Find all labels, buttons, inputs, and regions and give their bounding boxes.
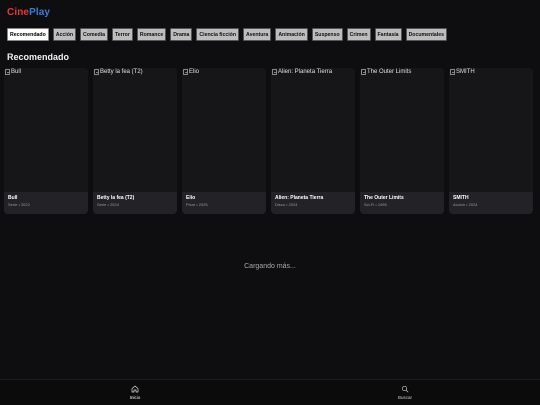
poster-alt-text: SMITH — [456, 69, 475, 75]
chip-animacion[interactable]: Animación — [275, 27, 308, 41]
poster-image: Alien: Planeta Tierra — [271, 68, 355, 192]
broken-image-icon — [5, 69, 10, 75]
card-title: Elio — [186, 195, 196, 201]
broken-image-icon — [94, 69, 99, 75]
card-subtitle: Serie • 2024 — [97, 202, 119, 207]
broken-image-icon — [361, 69, 366, 75]
card-subtitle: Disco • 2024 — [275, 202, 298, 207]
card-title: The Outer Limits — [364, 195, 404, 201]
broken-image-icon — [450, 69, 455, 75]
card-subtitle: Serie • 2022 — [8, 202, 30, 207]
movie-card[interactable]: Bull Bull Serie • 2022 — [4, 68, 88, 214]
movie-card[interactable]: Alien: Planeta Tierra Alien: Planeta Tie… — [271, 68, 355, 214]
chip-terror[interactable]: Terror — [111, 27, 133, 41]
search-icon — [402, 386, 409, 393]
broken-image-icon — [183, 69, 188, 75]
movie-card[interactable]: The Outer Limits The Outer Limits Sci-Fi… — [360, 68, 444, 214]
loading-more-text: Cargando más... — [244, 263, 296, 270]
broken-image-icon — [272, 69, 277, 75]
section-title: Recomendado — [7, 52, 70, 62]
chip-documentales[interactable]: Documentales — [405, 27, 448, 41]
movie-card[interactable]: Betty la fea (T2) Betty la fea (T2) Seri… — [93, 68, 177, 214]
bottom-nav: Inicio Buscar — [0, 379, 540, 405]
app-logo[interactable]: CinePlay — [7, 7, 50, 18]
movie-card[interactable]: SMITH SMITH Acción • 2024 — [449, 68, 533, 214]
poster-image: The Outer Limits — [360, 68, 444, 192]
poster-alt-text: Elio — [189, 69, 200, 75]
nav-search[interactable]: Buscar — [270, 380, 540, 405]
poster-image: Bull — [4, 68, 88, 192]
poster-image: Betty la fea (T2) — [93, 68, 177, 192]
card-title: Betty la fea (T2) — [97, 195, 135, 201]
card-title: Bull — [8, 195, 18, 201]
card-subtitle: Sci-Fi • 1995 — [364, 202, 387, 207]
card-subtitle: Pixar • 2025 — [186, 202, 208, 207]
nav-search-label: Buscar — [397, 395, 412, 400]
chip-aventura[interactable]: Aventura — [243, 27, 272, 41]
nav-home-label: Inicio — [129, 395, 141, 400]
nav-home[interactable]: Inicio — [0, 380, 270, 405]
poster-alt-text: Betty la fea (T2) — [100, 69, 143, 75]
chip-fantasia[interactable]: Fantasía — [374, 27, 402, 41]
chip-recomendado[interactable]: Recomendado — [7, 27, 49, 41]
poster-alt-text: The Outer Limits — [367, 69, 412, 75]
card-title: SMITH — [453, 195, 469, 201]
poster-image: SMITH — [449, 68, 533, 192]
top-bar: CinePlay — [0, 0, 540, 24]
logo-cine: Cine — [7, 6, 30, 18]
chip-crimen[interactable]: Crimen — [346, 27, 371, 41]
chip-drama[interactable]: Drama — [170, 27, 193, 41]
card-row: Bull Bull Serie • 2022 Betty la fea (T2)… — [0, 63, 540, 214]
category-chips: Recomendado Acción Comedia Terror Romanc… — [0, 24, 540, 42]
card-subtitle: Acción • 2024 — [453, 202, 478, 207]
logo-play: Play — [29, 6, 51, 18]
chip-ciencia-ficcion[interactable]: Ciencia ficción — [196, 27, 240, 41]
poster-alt-text: Alien: Planeta Tierra — [278, 69, 333, 75]
chip-romance[interactable]: Romance — [136, 27, 167, 41]
movie-card[interactable]: Elio Elio Pixar • 2025 — [182, 68, 266, 214]
chip-comedia[interactable]: Comedia — [80, 27, 108, 41]
poster-alt-text: Bull — [11, 69, 22, 75]
chip-suspenso[interactable]: Suspenso — [311, 27, 343, 41]
chip-accion[interactable]: Acción — [52, 27, 77, 41]
card-title: Alien: Planeta Tierra — [275, 195, 324, 201]
home-icon — [131, 385, 139, 393]
poster-image: Elio — [182, 68, 266, 192]
